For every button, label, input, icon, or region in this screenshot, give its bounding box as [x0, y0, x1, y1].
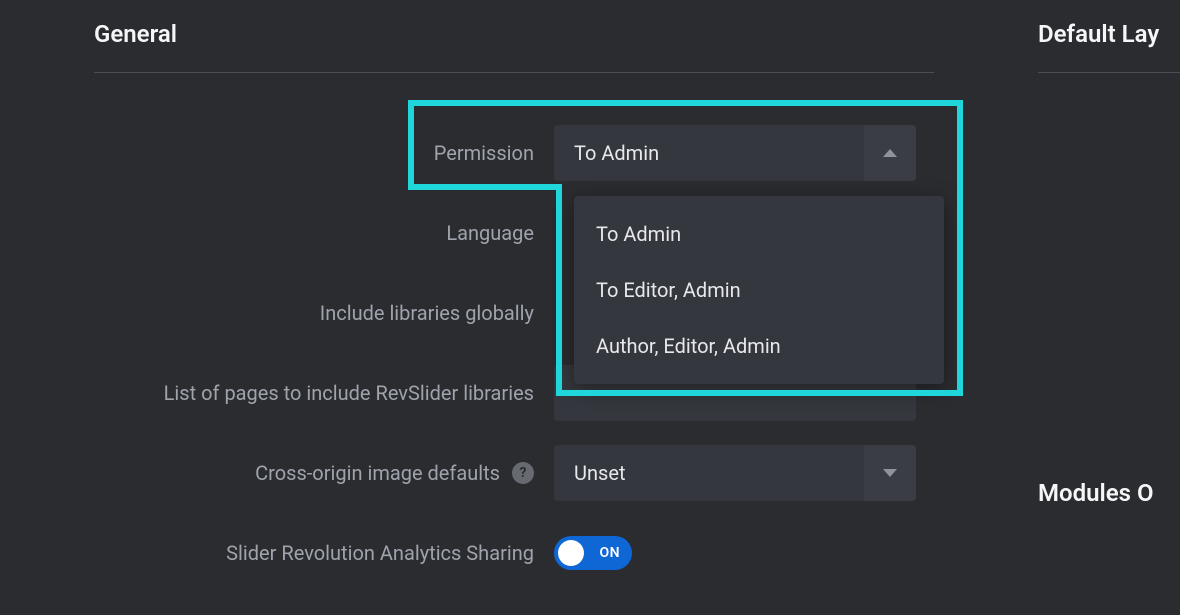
analytics-label: Slider Revolution Analytics Sharing — [94, 541, 554, 565]
right-row-3 — [1038, 273, 1180, 353]
general-title: General — [94, 20, 934, 73]
right-row-2: Def — [1038, 193, 1180, 273]
row-permission: Permission To Admin — [94, 113, 934, 193]
default-layers-title: Default Lay — [1038, 20, 1180, 73]
permission-select[interactable]: To Admin — [554, 125, 916, 181]
permission-select-arrow[interactable] — [864, 125, 916, 181]
row-analytics: Slider Revolution Analytics Sharing ON — [94, 513, 934, 593]
cross-origin-select-arrow[interactable] — [864, 445, 916, 501]
highlight-frame-joint — [408, 184, 562, 190]
help-icon[interactable]: ? — [512, 462, 534, 484]
include-globally-label: Include libraries globally — [94, 301, 554, 325]
right-row-1: D — [1038, 113, 1180, 193]
toggle-on-label: ON — [599, 545, 620, 561]
language-label: Language — [94, 221, 554, 245]
cross-origin-select[interactable]: Unset — [554, 445, 916, 501]
row-cross-origin: Cross-origin image defaults ? Unset — [94, 433, 934, 513]
dropdown-option-admin[interactable]: To Admin — [574, 206, 944, 262]
toggle-knob — [558, 540, 584, 566]
cross-origin-label-text: Cross-origin image defaults — [255, 461, 500, 485]
analytics-toggle[interactable]: ON — [554, 536, 632, 570]
chevron-down-icon — [883, 469, 897, 477]
dropdown-option-editor-admin[interactable]: To Editor, Admin — [574, 262, 944, 318]
right-row-4 — [1038, 353, 1180, 433]
permission-label: Permission — [94, 141, 554, 165]
permission-dropdown[interactable]: To Admin To Editor, Admin Author, Editor… — [574, 196, 944, 384]
list-pages-label: List of pages to include RevSlider libra… — [94, 381, 554, 405]
cross-origin-label: Cross-origin image defaults ? — [94, 461, 554, 485]
chevron-up-icon — [883, 149, 897, 157]
modules-title: Modules O — [1038, 479, 1180, 507]
permission-select-value: To Admin — [554, 141, 864, 165]
cross-origin-select-value: Unset — [554, 461, 864, 485]
dropdown-option-author-editor-admin[interactable]: Author, Editor, Admin — [574, 318, 944, 374]
default-layers-panel: Default Lay D Def Modules O — [1038, 20, 1180, 507]
